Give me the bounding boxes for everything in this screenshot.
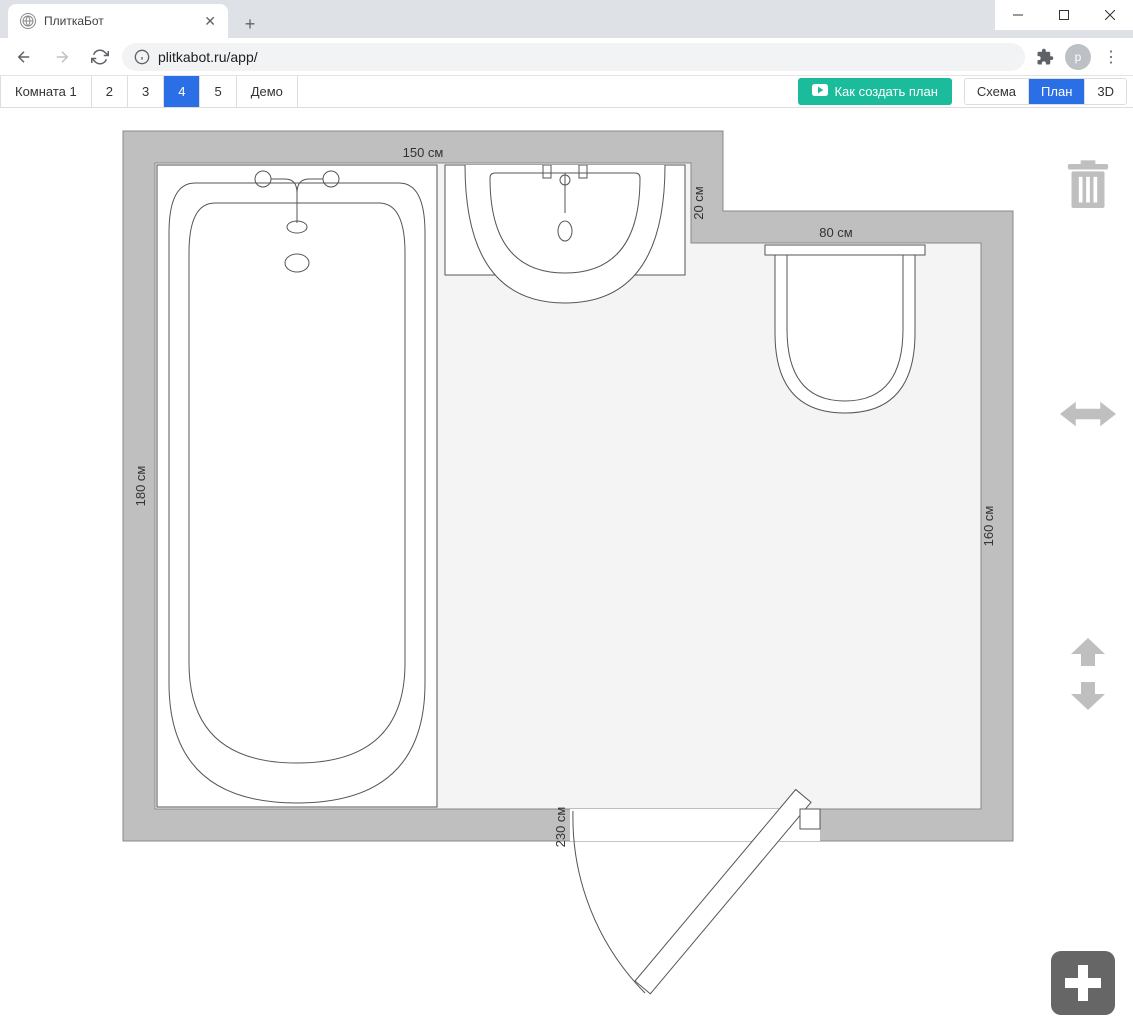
back-button[interactable]	[8, 41, 40, 73]
address-bar-row: plitkabot.ru/app/ p ⋮	[0, 38, 1133, 76]
view-tab-schema[interactable]: Схема	[965, 79, 1029, 104]
howto-label: Как создать план	[834, 84, 937, 99]
mirror-horizontal-tool[interactable]	[1060, 386, 1116, 442]
room-tab-5[interactable]: 5	[200, 76, 236, 107]
howto-button[interactable]: Как создать план	[798, 78, 951, 105]
app-toolbar: Комната 1 2 3 4 5 Демо Как создать план …	[0, 76, 1133, 108]
avatar-letter: p	[1075, 50, 1082, 64]
dim-left: 180 см	[133, 466, 148, 507]
toilet[interactable]	[765, 245, 925, 413]
view-tab-3d[interactable]: 3D	[1085, 79, 1126, 104]
side-tools	[1043, 108, 1133, 1033]
browser-menu-icon[interactable]: ⋮	[1097, 43, 1125, 71]
new-tab-button[interactable]: +	[236, 10, 264, 38]
view-tab-plan[interactable]: План	[1029, 79, 1085, 104]
canvas[interactable]: 150 см 180 см 20 см 80 см 160 см 230 см	[0, 108, 1133, 1033]
room-tab-demo[interactable]: Демо	[237, 76, 298, 107]
globe-icon	[20, 13, 36, 29]
dim-top: 150 см	[403, 145, 444, 160]
extensions-icon[interactable]	[1031, 43, 1059, 71]
dim-notch-h: 20 см	[691, 186, 706, 220]
delete-tool[interactable]	[1060, 158, 1116, 214]
bathtub[interactable]	[157, 165, 437, 807]
window-titlebar: ПлиткаБот ✕ +	[0, 0, 1133, 38]
room-tab-3[interactable]: 3	[128, 76, 164, 107]
dim-notch-w: 80 см	[819, 225, 853, 240]
video-icon	[812, 84, 828, 99]
reload-button[interactable]	[84, 41, 116, 73]
dim-right: 160 см	[981, 506, 996, 547]
floorplan-drawing[interactable]: 150 см 180 см 20 см 80 см 160 см 230 см	[115, 123, 1035, 1023]
room-tab-2[interactable]: 2	[92, 76, 128, 107]
forward-button[interactable]	[46, 41, 78, 73]
tab-title: ПлиткаБот	[44, 14, 104, 28]
room-tab-1[interactable]: Комната 1	[0, 76, 92, 107]
site-info-icon[interactable]	[134, 49, 150, 65]
close-window-button[interactable]	[1087, 0, 1133, 30]
add-button[interactable]	[1051, 951, 1115, 1015]
address-bar[interactable]: plitkabot.ru/app/	[122, 43, 1025, 71]
dim-bottom: 230 см	[553, 807, 568, 848]
profile-avatar[interactable]: p	[1065, 44, 1091, 70]
minimize-button[interactable]	[995, 0, 1041, 30]
window-controls	[995, 0, 1133, 30]
move-up-tool[interactable]	[1060, 634, 1116, 670]
room-tabs: Комната 1 2 3 4 5 Демо	[0, 76, 298, 107]
url-text: plitkabot.ru/app/	[158, 49, 258, 65]
room-tab-4[interactable]: 4	[164, 76, 200, 107]
close-tab-icon[interactable]: ✕	[204, 13, 216, 30]
maximize-button[interactable]	[1041, 0, 1087, 30]
view-tabs: Схема План 3D	[964, 78, 1127, 105]
door[interactable]	[570, 789, 820, 993]
browser-tab[interactable]: ПлиткаБот ✕	[8, 4, 228, 38]
move-down-tool[interactable]	[1060, 678, 1116, 714]
